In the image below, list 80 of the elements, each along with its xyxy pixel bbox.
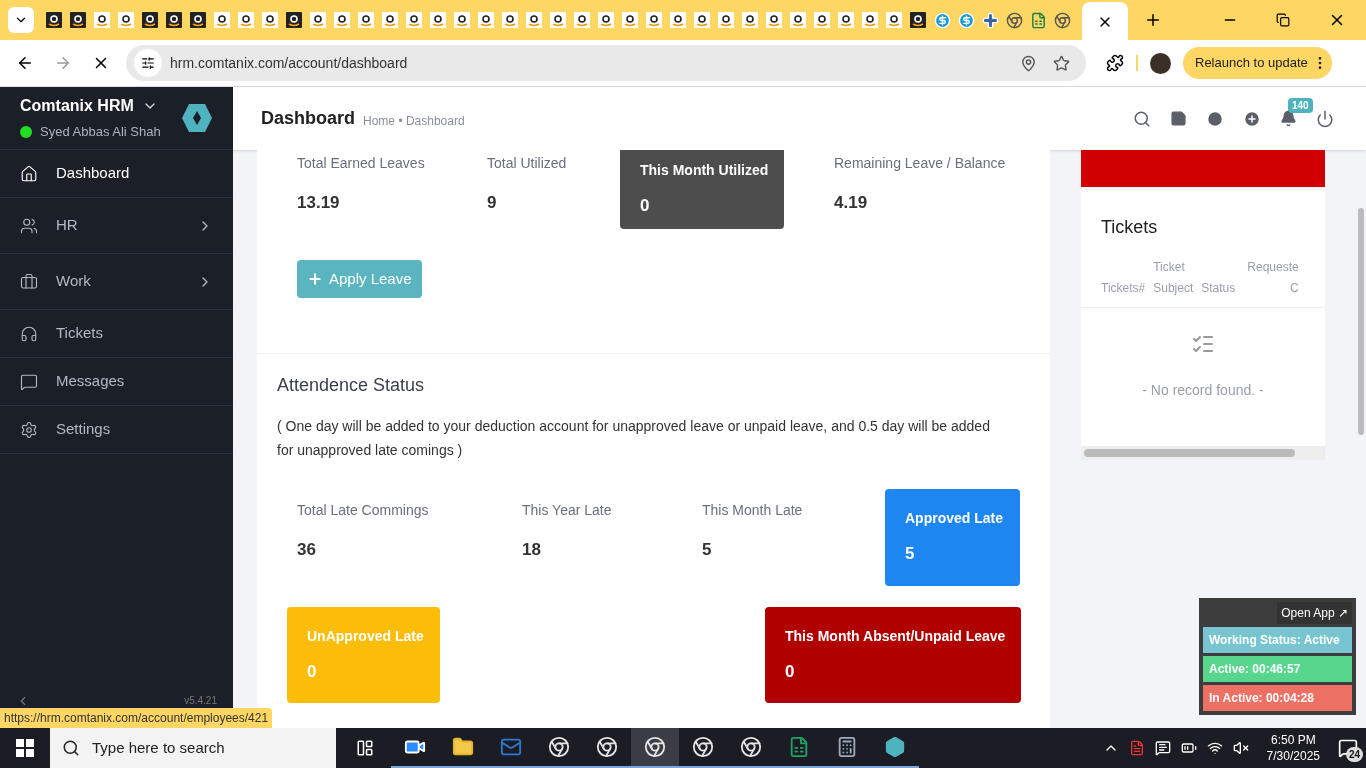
search-icon [62,739,80,757]
hexagon-logo [181,102,213,134]
taskbar-app[interactable] [631,728,679,768]
open-app-button[interactable]: Open App ↗ [1277,602,1352,624]
tracker-row: Working Status: Active [1203,627,1352,653]
stat-value: 5 [905,543,916,566]
deduction-note: ( One day will be added to your deduction account for unapproved leave or unpaid leave, and 0.5 day will be added for unapproved late comings ) [277,417,991,460]
battery-icon[interactable] [1180,740,1197,756]
message-icon [20,372,38,391]
stat-label: Total Late Commings [297,501,430,520]
column-header: Requeste C [1247,259,1299,297]
plus-icon [307,271,323,287]
hexagon-icon[interactable] [884,736,906,758]
stat-label: This Year Late [522,501,613,520]
taskbar-search-field[interactable]: Type here to search [50,728,336,768]
calculator-icon[interactable] [836,736,858,758]
notification-icon[interactable] [1280,110,1297,127]
document-icon[interactable] [1128,740,1145,756]
stat-value: 5 [702,539,713,561]
version-text: v5.4.21 [184,694,217,708]
stat-value: 18 [522,539,542,561]
tab-search-button[interactable] [8,7,34,33]
relaunch-button[interactable]: Relaunch to update [1183,47,1332,79]
add-icon[interactable] [1243,109,1261,128]
url-text: hrm.comtanix.com/account/dashboard [170,53,408,73]
notification-badge: 140 [1288,98,1313,113]
stat-value: 0 [307,660,318,683]
back-icon[interactable] [16,54,34,72]
page-scrollbar-thumb[interactable] [1358,208,1364,435]
address-bar[interactable]: hrm.comtanix.com/account/dashboard [126,45,1086,81]
note-icon[interactable] [1170,110,1187,127]
folder-icon[interactable] [452,736,474,758]
scrollbar-thumb[interactable] [1084,449,1295,457]
restore-icon[interactable] [1276,13,1290,27]
empty-message: - No record found. - [1142,381,1264,400]
stat-value: 36 [297,539,317,561]
stat-label: Total Utilized [487,154,568,173]
stat-label: Total Earned Leaves [297,154,426,173]
mail-icon[interactable] [500,736,522,758]
stat-value: 9 [487,192,498,214]
headphones-icon [20,324,38,343]
wifi-icon[interactable] [1206,740,1223,756]
page-title: Dashboard [261,107,356,130]
mute-icon[interactable] [1232,740,1249,756]
search-icon[interactable] [1133,109,1151,128]
breadcrumb: Home • Dashboard [363,112,465,130]
clock-time: 6:50 PM [1270,732,1316,748]
tracker-row: In Active: 00:04:28 [1203,685,1352,711]
stat-value: 0 [785,660,796,683]
stat-value: 4.19 [834,192,869,214]
power-icon[interactable] [1316,109,1334,128]
section-title: Attendence Status [277,374,426,397]
tracker-row: Active: 00:46:57 [1203,656,1352,682]
briefcase-icon [20,272,38,291]
card-title: Tickets [1100,216,1159,239]
column-header: Tickets# [1101,280,1146,297]
column-header: Status [1201,280,1236,297]
site-settings-icon[interactable] [141,56,155,70]
clock-date: 7/30/2025 [1266,748,1320,764]
notification-count: 24 [1346,747,1364,762]
task-view-icon[interactable] [356,739,374,757]
windows-icon[interactable] [16,739,34,757]
brand-name: Comtanix HRM [20,96,134,117]
profile-avatar[interactable] [1150,52,1171,74]
users-icon [20,216,38,235]
spreadsheet-icon[interactable] [788,736,810,758]
new-tab-icon[interactable] [1144,11,1162,29]
location-icon[interactable] [1020,54,1037,72]
stat-value: 0 [640,195,651,218]
stat-label: This Month Late [702,501,803,520]
message-icon[interactable] [1154,740,1171,756]
bookmark-icon[interactable] [1053,54,1070,72]
settings-icon [20,420,38,439]
home-icon [20,164,38,183]
forward-icon[interactable] [54,54,72,72]
column-header: Ticket Subject [1153,259,1194,297]
stat-value: 13.19 [297,192,341,214]
stat-label: Remaining Leave / Balance [834,154,1006,173]
extensions-icon[interactable] [1106,54,1124,72]
user-name: Syed Abbas Ali Shah [40,123,161,142]
